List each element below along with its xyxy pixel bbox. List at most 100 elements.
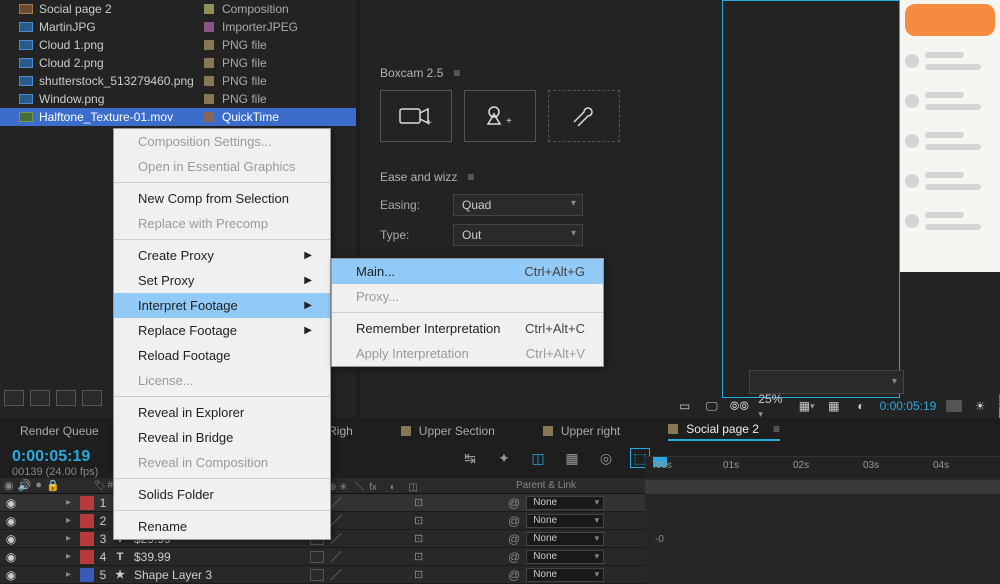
expand-arrow-icon[interactable]: ▸ [66, 533, 80, 544]
resolution-dropdown[interactable]: ▦ [798, 399, 815, 413]
tl-icon-2[interactable]: ✦ [494, 448, 514, 468]
pickwhip-icon[interactable]: @ [508, 532, 520, 546]
layer-color-swatch[interactable] [80, 532, 94, 546]
context-menu-item[interactable]: Reload Footage [114, 343, 330, 368]
transparency-grid-icon[interactable]: ▦ [825, 399, 842, 413]
panel-menu-icon[interactable]: ≡ [467, 170, 474, 184]
tl-icon-graph[interactable]: ◎ [596, 448, 616, 468]
switch-slash[interactable]: ／ [330, 566, 342, 583]
switch-slash[interactable]: ／ [330, 530, 342, 547]
easing-label: Easing: [380, 198, 435, 212]
parent-dropdown[interactable]: None [526, 532, 604, 546]
project-item[interactable]: Halftone_Texture-01.mov QuickTime [0, 108, 356, 126]
parent-dropdown[interactable]: None [526, 550, 604, 564]
switch-chain[interactable]: ⊡ [414, 532, 432, 545]
work-area-bar[interactable] [645, 480, 1000, 494]
tl-icon-1[interactable]: ↹ [460, 448, 480, 468]
pickwhip-icon[interactable]: @ [508, 568, 520, 582]
pickwhip-icon[interactable]: @ [508, 496, 520, 510]
panel-menu-icon[interactable]: ≡ [453, 66, 460, 80]
layer-name[interactable]: $39.99 [128, 550, 306, 564]
camera-tool-button[interactable]: + [380, 90, 452, 142]
type-select[interactable]: Out [453, 224, 583, 246]
context-submenu-item[interactable]: Remember InterpretationCtrl+Alt+C [332, 316, 603, 341]
snapshot-icon[interactable] [946, 400, 961, 412]
footer-icon-3[interactable] [56, 390, 76, 406]
switch-chain[interactable]: ⊡ [414, 568, 432, 581]
expand-arrow-icon[interactable]: ▸ [66, 497, 80, 508]
submenu-arrow-icon: ▶ [304, 275, 312, 286]
project-item[interactable]: Social page 2 Composition [0, 0, 356, 18]
visibility-toggle[interactable]: ◉ [0, 568, 22, 582]
pickwhip-icon[interactable]: @ [508, 514, 520, 528]
context-menu-item[interactable]: Reveal in Explorer [114, 400, 330, 425]
switch-chain[interactable]: ⊡ [414, 550, 432, 563]
layer-color-swatch[interactable] [80, 550, 94, 564]
tab-menu-icon[interactable]: ≡ [773, 422, 780, 436]
shape-tool-button[interactable]: + [464, 90, 536, 142]
context-menu-item[interactable]: New Comp from Selection [114, 186, 330, 211]
context-submenu-item[interactable]: Main...Ctrl+Alt+G [332, 259, 603, 284]
layer-color-swatch[interactable] [80, 568, 94, 582]
parent-dropdown[interactable]: None [526, 496, 604, 510]
timecode-main[interactable]: 0:00:05:19 [12, 448, 98, 466]
project-item[interactable]: shutterstock_513279460.png PNG file [0, 72, 356, 90]
timeline-grid[interactable]: -0 [645, 494, 1000, 584]
context-menu-item[interactable]: Replace Footage▶ [114, 318, 330, 343]
switch-chain[interactable]: ⊡ [414, 514, 432, 527]
tl-icon-4[interactable]: ▦ [562, 448, 582, 468]
switch-slash[interactable]: ／ [330, 494, 342, 511]
pickwhip-icon[interactable]: @ [508, 550, 520, 564]
easing-select[interactable]: Quad [453, 194, 583, 216]
parent-dropdown[interactable]: None [526, 514, 604, 528]
layer-color-swatch[interactable] [80, 496, 94, 510]
shape-icon: + [482, 104, 518, 128]
timeline-tab[interactable]: Render Queue [20, 424, 99, 438]
footer-icon-4[interactable] [82, 390, 102, 406]
visibility-toggle[interactable]: ◉ [0, 514, 22, 528]
switch-box[interactable] [310, 551, 324, 563]
monitor-icon[interactable]: 🖵 [703, 399, 720, 413]
parent-dropdown[interactable]: None [526, 568, 604, 582]
project-item[interactable]: Window.png PNG file [0, 90, 356, 108]
display-icon[interactable]: ▭ [676, 399, 693, 413]
timeline-tab[interactable]: Upper right [543, 424, 620, 438]
zoom-level[interactable]: 25% [758, 392, 788, 420]
context-menu-item[interactable]: Solids Folder [114, 482, 330, 507]
context-menu-item[interactable]: Rename [114, 514, 330, 539]
expand-arrow-icon[interactable]: ▸ [66, 515, 80, 526]
settings-tool-button[interactable] [548, 90, 620, 142]
expand-arrow-icon[interactable]: ▸ [66, 569, 80, 580]
project-item-type: Composition [222, 2, 289, 16]
context-menu-item[interactable]: Set Proxy▶ [114, 268, 330, 293]
timeline-tab[interactable]: Upper Section [401, 424, 495, 438]
mask-icon[interactable]: ◐ [852, 399, 869, 413]
expand-arrow-icon[interactable]: ▸ [66, 551, 80, 562]
context-menu-item[interactable]: Create Proxy▶ [114, 243, 330, 268]
context-menu-item[interactable]: Reveal in Bridge [114, 425, 330, 450]
vr-icon[interactable]: ⦾⦾ [730, 399, 748, 413]
switch-slash[interactable]: ／ [330, 548, 342, 565]
exposure-icon[interactable]: ☀ [972, 399, 989, 413]
timeline-tab[interactable]: Social page 2≡ [668, 422, 780, 441]
context-menu-item[interactable]: Interpret Footage▶ [114, 293, 330, 318]
visibility-toggle[interactable]: ◉ [0, 550, 22, 564]
footer-icon-2[interactable] [30, 390, 50, 406]
switch-chain[interactable]: ⊡ [414, 496, 432, 509]
project-item[interactable]: MartinJPG ImporterJPEG [0, 18, 356, 36]
switch-slash[interactable]: ／ [330, 512, 342, 529]
layer-number: 3 [94, 532, 112, 546]
project-item[interactable]: Cloud 2.png PNG file [0, 54, 356, 72]
switch-box[interactable] [310, 569, 324, 581]
empty-dropdown[interactable] [749, 370, 904, 394]
layer-type-icon: ★ [112, 568, 128, 581]
tl-icon-3d[interactable]: ◫ [528, 448, 548, 468]
project-item[interactable]: Cloud 1.png PNG file [0, 36, 356, 54]
timeline-ruler[interactable]: :00s01s02s03s04s [645, 456, 1000, 480]
layer-name[interactable]: Shape Layer 3 [128, 568, 306, 582]
viewer-timecode[interactable]: 0:00:05:19 [880, 399, 937, 413]
layer-color-swatch[interactable] [80, 514, 94, 528]
visibility-toggle[interactable]: ◉ [0, 532, 22, 546]
visibility-toggle[interactable]: ◉ [0, 496, 22, 510]
footer-icon-1[interactable] [4, 390, 24, 406]
